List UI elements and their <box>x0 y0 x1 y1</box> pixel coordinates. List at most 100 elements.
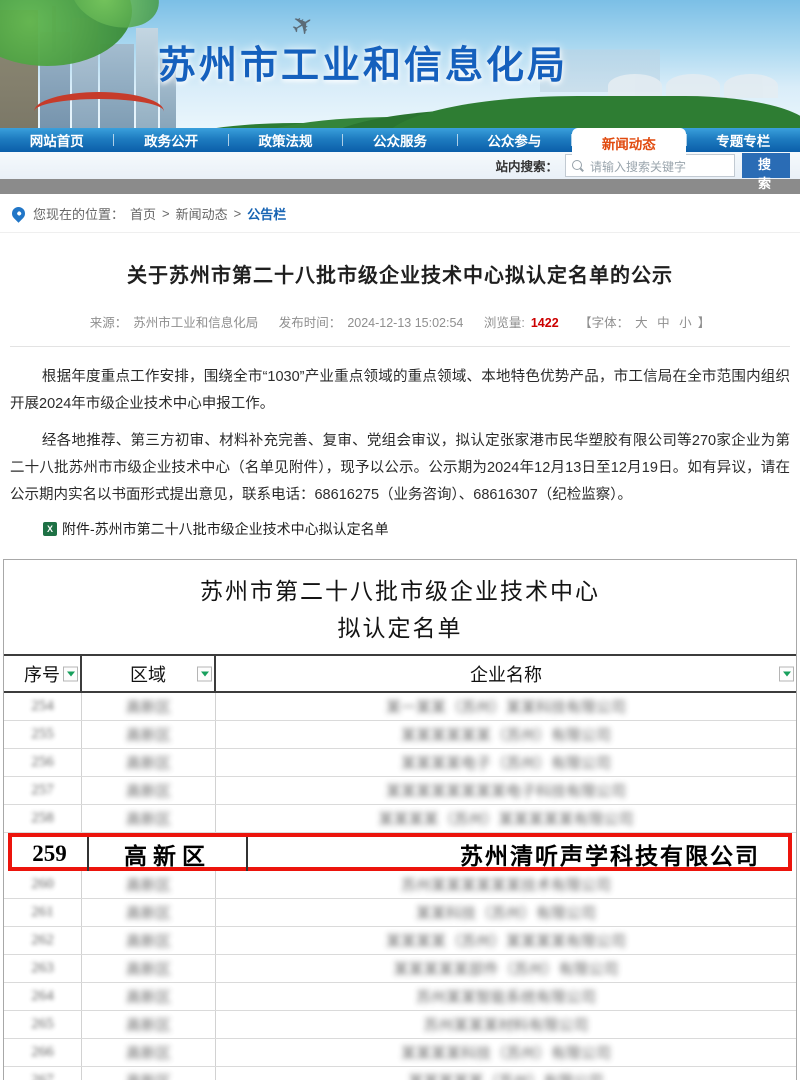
table-cell-seq: 254 <box>4 693 82 720</box>
nav-item-3[interactable]: 政策法规 <box>229 128 342 152</box>
table-cell-region: 高新区 <box>82 871 216 898</box>
table-cell-region: 高新区 <box>82 983 216 1010</box>
table-cell-company: 某某某某（苏州）某某某某有限公司 <box>216 927 796 954</box>
table-row: 258高新区某某某某（苏州）某某某某某有限公司 <box>4 805 796 833</box>
table-row: 255高新区某某某某某某（苏州）有限公司 <box>4 721 796 749</box>
article-title: 关于苏州市第二十八批市级企业技术中心拟认定名单的公示 <box>10 259 790 288</box>
nav-item-7[interactable]: 专题专栏 <box>687 128 800 152</box>
highlight-seq: 259 <box>12 837 89 871</box>
banner-bridge-arches <box>608 74 778 98</box>
location-pin-icon <box>9 204 27 222</box>
table-cell-seq: 264 <box>4 983 82 1010</box>
meta-divider <box>10 346 790 347</box>
table-cell-region: 高新区 <box>82 805 216 832</box>
filter-dropdown-icon[interactable] <box>197 666 212 681</box>
highlight-region: 高新区 <box>89 837 248 871</box>
column-header-region: 区域 <box>82 656 216 691</box>
table-cell-region: 高新区 <box>82 777 216 804</box>
table-cell-company: 某某某某（苏州）某某某某某有限公司 <box>216 805 796 832</box>
table-cell-seq: 263 <box>4 955 82 982</box>
table-cell-seq: 266 <box>4 1039 82 1066</box>
table-cell-company: 苏州某某某某某某技术有限公司 <box>216 871 796 898</box>
table-row: 261高新区某某科技（苏州）有限公司 <box>4 899 796 927</box>
table-cell-company: 某某某某某（苏州）有限公司 <box>216 1067 796 1080</box>
table-rows-above: 254高新区某一某某（苏州）某某科技有限公司255高新区某某某某某某（苏州）有限… <box>4 693 796 833</box>
column-header-seq: 序号 <box>4 656 82 691</box>
breadcrumb: 您现在的位置： 首页 > 新闻动态 > 公告栏 <box>0 194 800 233</box>
table-cell-seq: 256 <box>4 749 82 776</box>
table-row: 265高新区苏州某某某材料有限公司 <box>4 1011 796 1039</box>
table-cell-company: 苏州某某智能系统有限公司 <box>216 983 796 1010</box>
filter-dropdown-icon[interactable] <box>779 666 794 681</box>
breadcrumb-news[interactable]: 新闻动态 <box>176 204 228 223</box>
table-row: 264高新区苏州某某智能系统有限公司 <box>4 983 796 1011</box>
banner-red-bridge <box>34 92 164 128</box>
article: 关于苏州市第二十八批市级企业技术中心拟认定名单的公示 来源： 苏州市工业和信息化局… <box>0 259 800 539</box>
filter-dropdown-icon[interactable] <box>63 666 78 681</box>
divider-strip <box>0 179 800 194</box>
site-title: 苏州市工业和信息化局 <box>158 34 568 89</box>
search-box <box>565 154 735 177</box>
font-size-medium[interactable]: 中 <box>657 316 670 330</box>
column-header-company: 企业名称 <box>216 656 796 691</box>
font-size-small[interactable]: 小 <box>679 316 692 330</box>
table-cell-company: 某某某某某某某某电子科技有限公司 <box>216 777 796 804</box>
search-button[interactable]: 搜 索 <box>742 153 790 178</box>
highlighted-row: 259 高新区 苏州清听声学科技有限公司 <box>8 833 792 871</box>
highlight-company: 苏州清听声学科技有限公司 <box>248 837 788 871</box>
table-row: 256高新区某某某某电子（苏州）有限公司 <box>4 749 796 777</box>
font-size-suffix: 】 <box>698 316 711 330</box>
breadcrumb-current[interactable]: 公告栏 <box>247 204 286 223</box>
meta-time-label: 发布时间： <box>279 316 342 330</box>
nav-item-5[interactable]: 公众参与 <box>458 128 571 152</box>
breadcrumb-prefix: 您现在的位置： <box>33 204 124 223</box>
table-cell-seq: 260 <box>4 871 82 898</box>
nav-item-6-active[interactable]: 新闻动态 <box>572 128 685 157</box>
font-size-prefix: 【字体： <box>579 316 629 330</box>
nav-item-4[interactable]: 公众服务 <box>343 128 456 152</box>
table-cell-region: 高新区 <box>82 1067 216 1080</box>
table-cell-seq: 255 <box>4 721 82 748</box>
table-title-line2: 拟认定名单 <box>4 610 796 647</box>
breadcrumb-separator: > <box>234 206 242 221</box>
table-row: 254高新区某一某某（苏州）某某科技有限公司 <box>4 693 796 721</box>
list-table: 苏州市第二十八批市级企业技术中心 拟认定名单 序号 区域 企业名称 254高新区… <box>3 559 797 1080</box>
page: ✈ 苏州市工业和信息化局 网站首页政务公开政策法规公众服务公众参与新闻动态专题专… <box>0 0 800 1080</box>
breadcrumb-home[interactable]: 首页 <box>130 204 156 223</box>
table-row: 257高新区某某某某某某某某电子科技有限公司 <box>4 777 796 805</box>
meta-source-label: 来源： <box>90 316 128 330</box>
table-title: 苏州市第二十八批市级企业技术中心 拟认定名单 <box>4 560 796 654</box>
table-cell-seq: 265 <box>4 1011 82 1038</box>
meta-views: 1422 <box>531 316 559 330</box>
banner-trees <box>384 96 800 128</box>
meta-time: 2024-12-13 15:02:54 <box>347 316 463 330</box>
table-cell-region: 高新区 <box>82 1039 216 1066</box>
table-title-line1: 苏州市第二十八批市级企业技术中心 <box>4 573 796 610</box>
search-icon <box>572 160 582 170</box>
table-cell-company: 某某某某某部件（苏州）有限公司 <box>216 955 796 982</box>
table-cell-seq: 267 <box>4 1067 82 1080</box>
table-cell-region: 高新区 <box>82 749 216 776</box>
table-cell-region: 高新区 <box>82 693 216 720</box>
nav-item-2[interactable]: 政务公开 <box>114 128 227 152</box>
table-cell-region: 高新区 <box>82 1011 216 1038</box>
search-label: 站内搜索： <box>495 156 558 175</box>
font-size-large[interactable]: 大 <box>635 316 648 330</box>
article-paragraph-2: 经各地推荐、第三方初审、材料补充完善、复审、党组会审议，拟认定张家港市民华塑胶有… <box>10 428 790 509</box>
nav-item-1[interactable]: 网站首页 <box>0 128 113 152</box>
article-paragraph-1: 根据年度重点工作安排，围绕全市“1030”产业重点领域的重点领域、本地特色优势产… <box>10 364 790 418</box>
article-meta: 来源：苏州市工业和信息化局 发布时间：2024-12-13 15:02:54 浏… <box>10 312 790 331</box>
table-cell-seq: 258 <box>4 805 82 832</box>
table-cell-region: 高新区 <box>82 721 216 748</box>
table-row: 266高新区某某某某科技（苏州）有限公司 <box>4 1039 796 1067</box>
table-cell-company: 某某某某某某（苏州）有限公司 <box>216 721 796 748</box>
table-row: 263高新区某某某某某部件（苏州）有限公司 <box>4 955 796 983</box>
attachment-link[interactable]: 附件-苏州市第二十八批市级企业技术中心拟认定名单 <box>62 519 389 539</box>
table-row: 262高新区某某某某（苏州）某某某某有限公司 <box>4 927 796 955</box>
meta-source: 苏州市工业和信息化局 <box>133 316 258 330</box>
search-input[interactable] <box>588 155 732 178</box>
table-header-row: 序号 区域 企业名称 <box>4 654 796 693</box>
main-nav: 网站首页政务公开政策法规公众服务公众参与新闻动态专题专栏 <box>0 128 800 152</box>
table-rows-below: 260高新区苏州某某某某某某技术有限公司261高新区某某科技（苏州）有限公司26… <box>4 871 796 1080</box>
table-cell-seq: 261 <box>4 899 82 926</box>
